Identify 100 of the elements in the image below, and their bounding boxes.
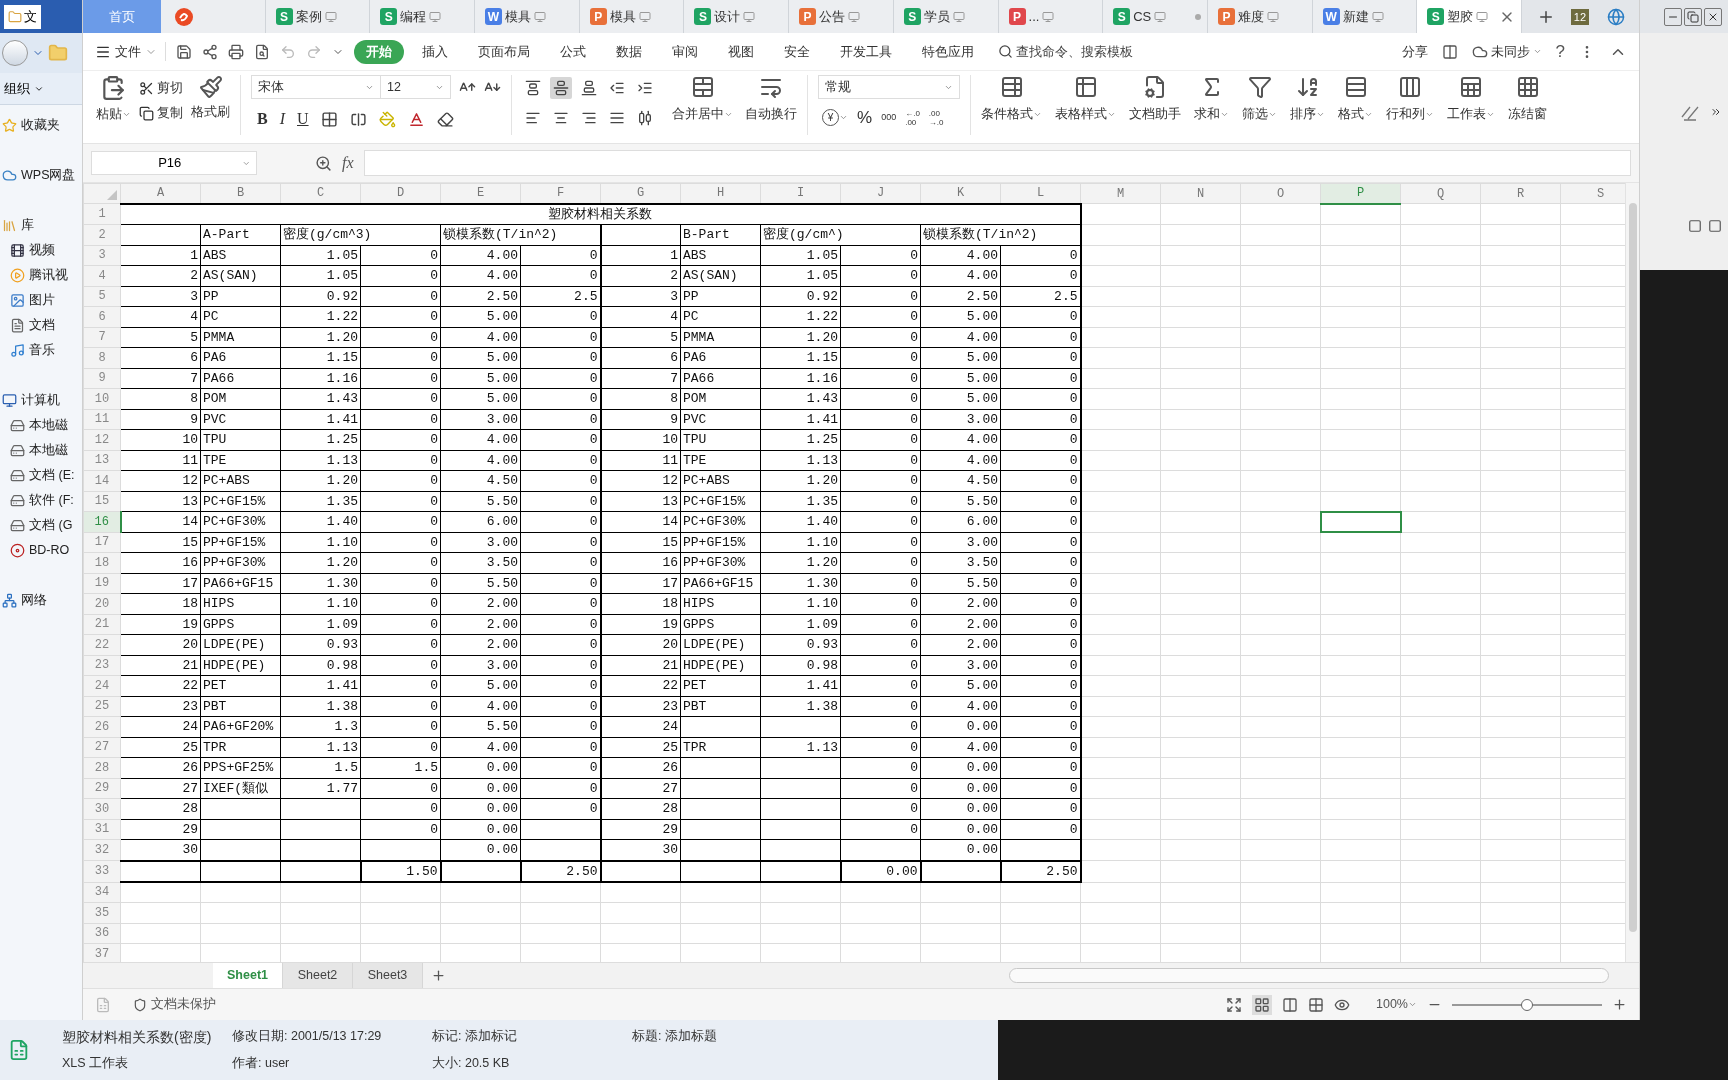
sheet-tab[interactable]: Sheet2	[283, 963, 353, 988]
zoom-in-icon[interactable]	[1612, 997, 1627, 1012]
share-button[interactable]: 分享	[1401, 41, 1428, 62]
app-tab[interactable]	[160, 0, 266, 33]
align-middle-icon[interactable]	[550, 77, 572, 99]
document-tab[interactable]: P 模具	[579, 0, 685, 33]
column-header[interactable]: H	[680, 183, 761, 204]
borders-icon[interactable]	[320, 110, 338, 128]
ribbon-tab[interactable]: 审阅	[660, 39, 710, 64]
column-header[interactable]: A	[120, 183, 201, 204]
command-search[interactable]: 查找命令、搜索模板	[998, 41, 1133, 62]
document-tab[interactable]: S 案例	[265, 0, 371, 33]
percent-button[interactable]: %	[857, 105, 873, 131]
column-header[interactable]: J	[840, 183, 921, 204]
ribbon-tab[interactable]: 安全	[772, 39, 822, 64]
fullscreen-icon[interactable]	[1226, 996, 1242, 1013]
column-header[interactable]: C	[280, 183, 361, 204]
collaborate-icon[interactable]	[1441, 43, 1458, 60]
document-tab[interactable]: S 学员	[893, 0, 999, 33]
navigation-item[interactable]: 收藏夹	[0, 113, 82, 138]
navigation-item[interactable]: 文档 (E:	[0, 463, 82, 488]
column-header[interactable]: R	[1480, 183, 1561, 204]
column-header[interactable]: I	[760, 183, 841, 204]
zoom-level-menu[interactable]: 100%	[1376, 995, 1417, 1014]
ribbon-tool-button[interactable]: 求和	[1194, 75, 1229, 124]
vertical-scrollbar[interactable]	[1625, 183, 1639, 962]
slider-thumb[interactable]	[1521, 998, 1533, 1011]
column-header[interactable]: E	[440, 183, 521, 204]
ribbon-tool-button[interactable]: 文档助手	[1129, 75, 1181, 124]
format-painter-button[interactable]: 格式刷	[191, 75, 230, 122]
font-color-icon[interactable]	[407, 110, 425, 128]
zoom-icon[interactable]	[315, 154, 332, 172]
increase-decimal-button[interactable]: ←.0 .00	[905, 108, 920, 127]
ribbon-tool-button[interactable]: 排序	[1290, 75, 1325, 124]
navigation-item[interactable]: 音乐	[0, 338, 82, 363]
document-tab[interactable]: P 难度	[1207, 0, 1313, 33]
paste-button[interactable]: 粘贴	[91, 75, 135, 124]
ribbon-tool-button[interactable]: 表格样式	[1055, 75, 1116, 124]
thousands-button[interactable]: 000	[881, 113, 897, 123]
navigation-item[interactable]: 腾讯视	[0, 263, 82, 288]
merge-center-button[interactable]: 合并居中	[672, 75, 733, 124]
column-header[interactable]: N	[1160, 183, 1241, 204]
navigation-item[interactable]: 本地磁	[0, 438, 82, 463]
navigation-item[interactable]: 图片	[0, 288, 82, 313]
document-tab[interactable]: W 模具	[475, 0, 580, 33]
ribbon-tool-button[interactable]: 条件格式	[981, 75, 1042, 124]
navigation-item[interactable]: 本地磁	[0, 413, 82, 438]
navigation-item[interactable]: 库	[0, 213, 82, 238]
reading-view-icon[interactable]	[1308, 996, 1324, 1013]
column-header[interactable]: K	[920, 183, 1001, 204]
column-header[interactable]: S	[1560, 183, 1625, 204]
decrease-decimal-button[interactable]: .00 →.0	[928, 108, 944, 127]
column-header[interactable]: M	[1080, 183, 1161, 204]
bold-button[interactable]: B	[257, 107, 268, 131]
ribbon-tool-button[interactable]: 冻结窗	[1508, 75, 1547, 124]
document-tab[interactable]: P ...	[998, 0, 1104, 33]
page-break-view-icon[interactable]	[1282, 996, 1298, 1013]
document-tab[interactable]: S 设计	[684, 0, 790, 33]
navigation-item[interactable]: WPS网盘	[0, 163, 82, 188]
column-header[interactable]: D	[360, 183, 441, 204]
zoom-slider[interactable]	[1452, 998, 1602, 1011]
minimize-icon[interactable]	[1664, 7, 1682, 26]
document-tab[interactable]: S 塑胶	[1417, 0, 1523, 33]
column-header[interactable]: O	[1240, 183, 1321, 204]
ribbon-tab[interactable]: 公式	[548, 39, 598, 64]
document-tab[interactable]: S 编程	[370, 0, 475, 33]
navigation-item[interactable]: BD-RO	[0, 538, 82, 563]
font-size-field[interactable]: 12	[381, 75, 451, 99]
document-tab[interactable]: S CS	[1103, 0, 1208, 33]
navigation-item[interactable]: 文档 (G	[0, 513, 82, 538]
document-tab[interactable]: W 新建	[1312, 0, 1418, 33]
restore-icon[interactable]	[1684, 7, 1702, 26]
navigation-item[interactable]: 视频	[0, 238, 82, 263]
sheet-tab[interactable]: Sheet1	[213, 963, 283, 988]
normal-view-icon[interactable]	[1252, 994, 1272, 1015]
cell-style-icon[interactable]	[349, 110, 367, 128]
font-name-field[interactable]: 宋体	[251, 75, 381, 99]
ribbon-tool-button[interactable]: 格式	[1338, 75, 1373, 124]
protection-status[interactable]: 文档未保护	[133, 995, 216, 1014]
ribbon-tab[interactable]: 插入	[410, 39, 460, 64]
ribbon-tool-button[interactable]: 筛选	[1242, 75, 1277, 124]
ribbon-tab[interactable]: 开发工具	[828, 39, 904, 64]
sheet-tab[interactable]: Sheet3	[353, 963, 423, 988]
column-header[interactable]: G	[600, 183, 681, 204]
function-button[interactable]: fx	[342, 151, 354, 175]
add-sheet-icon[interactable]	[430, 968, 446, 983]
navigation-item[interactable]: 计算机	[0, 388, 82, 413]
ribbon-tab[interactable]: 特色应用	[910, 39, 986, 64]
ribbon-tab[interactable]: 视图	[716, 39, 766, 64]
printer-icon[interactable]	[228, 43, 244, 60]
document-tab[interactable]: P 公告	[789, 0, 894, 33]
eraser-icon[interactable]	[436, 110, 454, 128]
window-icon[interactable]	[1688, 219, 1702, 233]
fill-color-icon[interactable]	[378, 110, 396, 128]
file-menu[interactable]: 文件	[95, 41, 166, 62]
selected-cell[interactable]	[1320, 511, 1401, 532]
ribbon-tab[interactable]: 页面布局	[466, 39, 542, 64]
avatar-icon[interactable]	[1607, 7, 1625, 26]
column-header[interactable]: L	[1000, 183, 1081, 204]
formula-input[interactable]	[363, 150, 1631, 176]
